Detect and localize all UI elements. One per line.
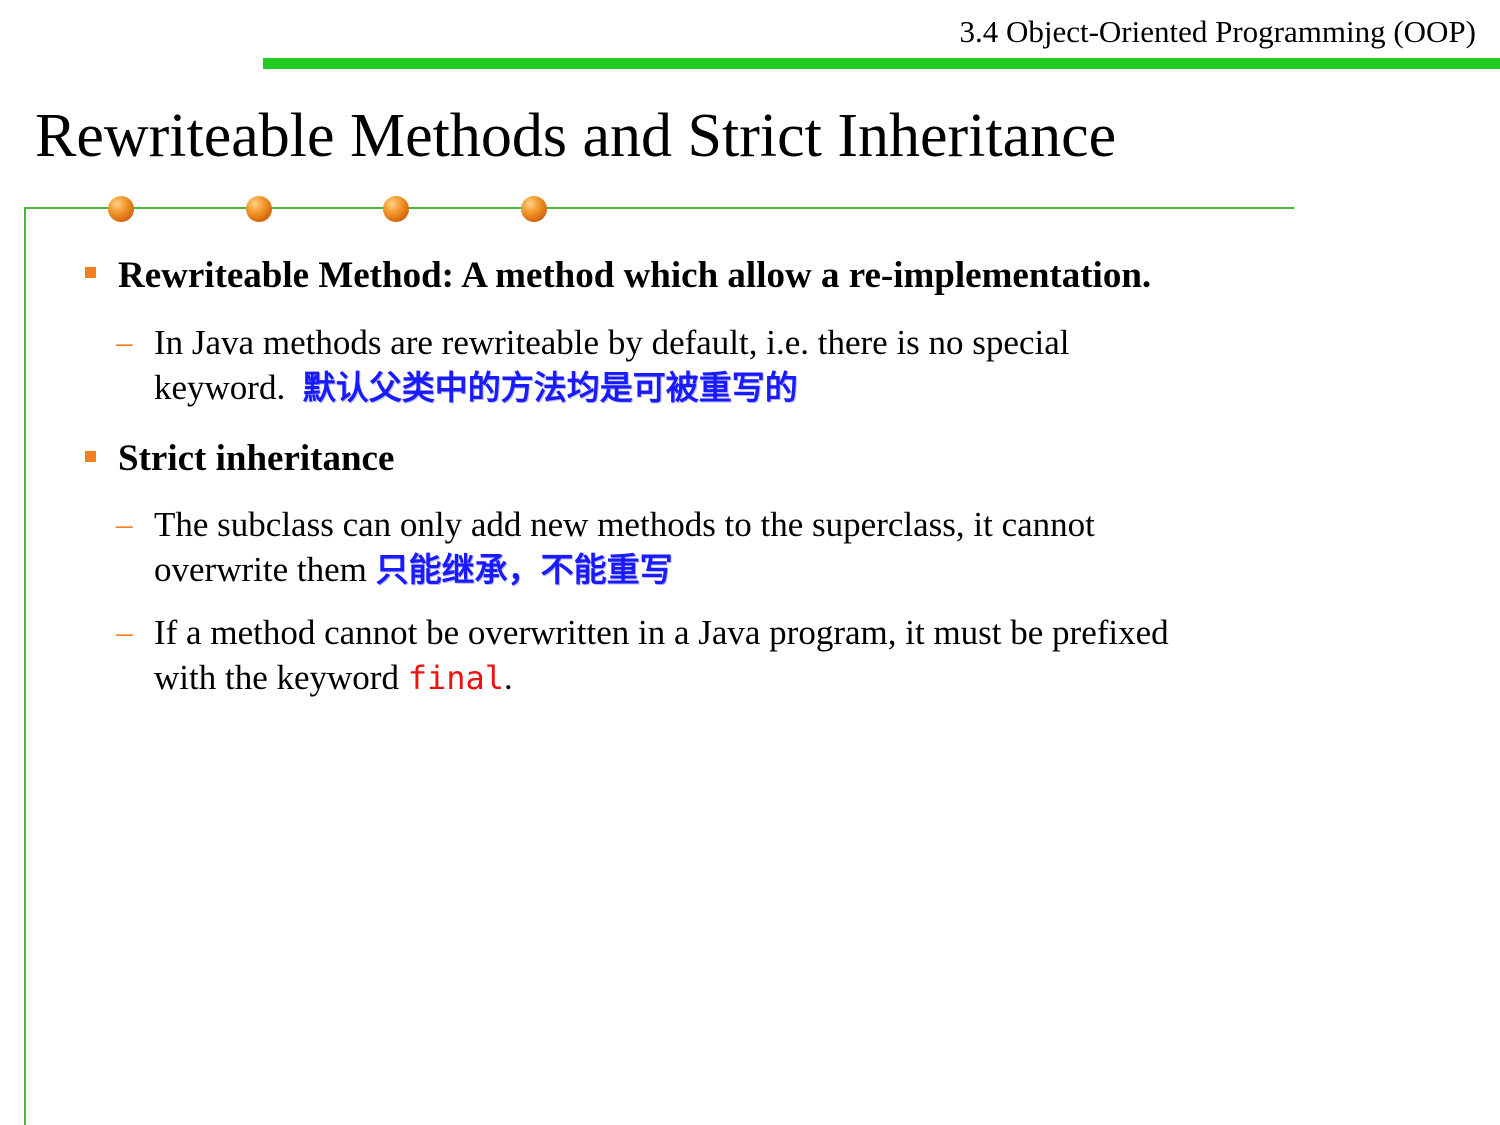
sub-dash-2-1: –	[116, 507, 133, 543]
bullet-marker-1	[85, 267, 96, 278]
sub-2-2-line2-text: with the keyword	[154, 658, 399, 697]
sub-1-1-line1: In Java methods are rewriteable by defau…	[154, 323, 1070, 362]
sub-1-1-line2: keyword. 默认父类中的方法均是可被重写的	[154, 365, 798, 411]
sub-2-2-line2: with the keyword final.	[154, 655, 513, 701]
sub-2-1-line2: overwrite them 只能继承，不能重写	[154, 547, 673, 593]
decorative-dot-3	[383, 196, 409, 222]
sub-2-2-period: .	[504, 658, 513, 697]
sub-1-1-line2-text: keyword.	[154, 368, 286, 407]
bullet-2-text: Strict inheritance	[118, 438, 395, 479]
frame-left-line	[24, 207, 26, 1125]
decorative-dot-1	[108, 196, 134, 222]
sub-2-2-line1: If a method cannot be overwritten in a J…	[154, 613, 1169, 652]
bullet-marker-2	[85, 451, 96, 462]
decorative-dot-4	[521, 196, 547, 222]
sub-1-1-chinese-note: 默认父类中的方法均是可被重写的	[302, 368, 798, 407]
sub-dash-1-1: –	[116, 325, 133, 361]
sub-2-1-line2-text: overwrite them	[154, 550, 367, 589]
section-header: 3.4 Object-Oriented Programming (OOP)	[959, 14, 1476, 49]
slide: 3.4 Object-Oriented Programming (OOP) Re…	[0, 0, 1500, 1125]
sub-dash-2-2: –	[116, 615, 133, 651]
header-accent-bar	[263, 58, 1500, 69]
frame-top-line	[24, 207, 1294, 209]
sub-2-1-chinese-note: 只能继承，不能重写	[375, 550, 673, 589]
slide-title: Rewriteable Methods and Strict Inheritan…	[35, 102, 1117, 170]
sub-2-1-line1: The subclass can only add new methods to…	[154, 505, 1095, 544]
final-keyword-code: final	[407, 659, 505, 697]
decorative-dot-2	[246, 196, 272, 222]
bullet-1-text: Rewriteable Method: A method which allow…	[118, 255, 1152, 296]
